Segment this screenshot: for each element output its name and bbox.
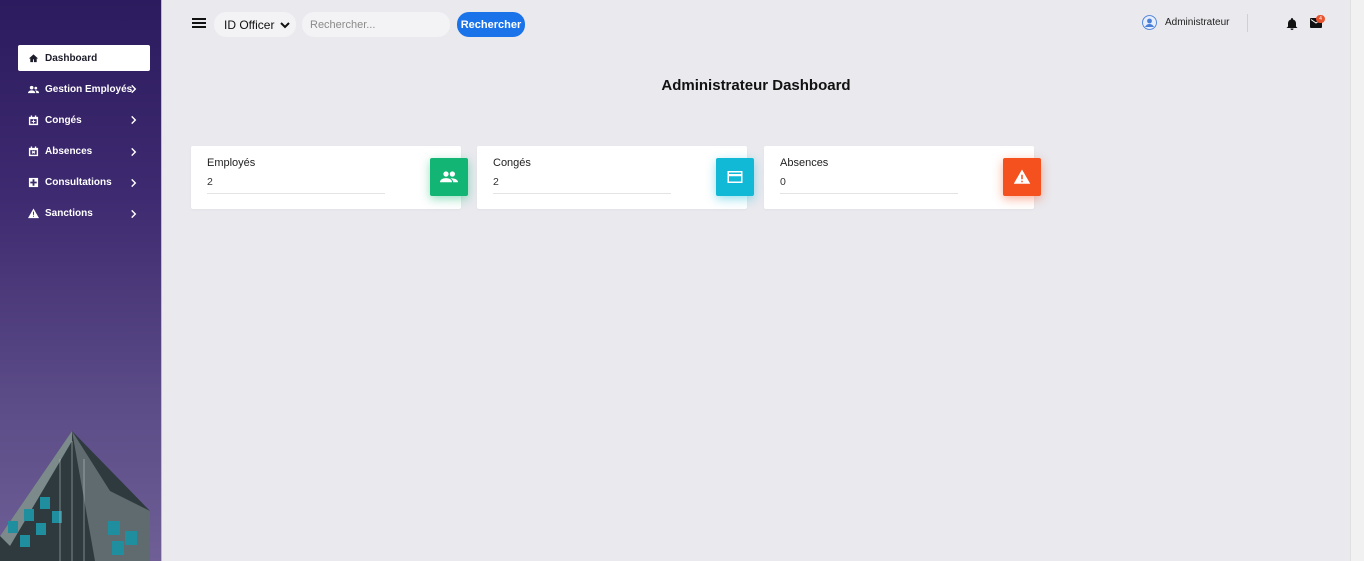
sidebar-item-label: Congés	[45, 114, 82, 126]
search-input[interactable]	[302, 12, 450, 37]
card-icon-tile	[716, 158, 754, 196]
sidebar-item-label: Gestion Employés	[45, 83, 133, 95]
hamburger-menu-icon[interactable]	[192, 18, 206, 30]
card-divider	[207, 193, 385, 194]
chevron-right-icon	[129, 209, 138, 219]
sidebar-item-dashboard[interactable]: Dashboard	[18, 45, 150, 71]
sidebar-nav: Dashboard Gestion Employés Congés Absenc…	[18, 45, 150, 232]
stat-card-absences[interactable]: Absences 0	[764, 146, 1041, 209]
card-label: Employés	[207, 157, 256, 169]
card-icon	[727, 171, 743, 183]
stat-card-conges[interactable]: Congés 2	[477, 146, 754, 209]
card-value: 2	[493, 176, 499, 188]
search-button[interactable]: Rechercher	[457, 12, 525, 37]
calendar-x-icon	[27, 146, 39, 158]
card-divider	[493, 193, 671, 194]
chevron-right-icon	[129, 178, 138, 188]
card-label: Congés	[493, 157, 531, 169]
building-illustration	[0, 431, 150, 561]
chevron-right-icon	[129, 84, 138, 94]
sidebar-item-absences[interactable]: Absences	[18, 139, 150, 165]
stat-card-employes[interactable]: Employés 2	[191, 146, 468, 209]
scrollbar[interactable]	[1350, 0, 1364, 561]
mail-count-badge: 4	[1316, 15, 1325, 23]
user-name: Administrateur	[1165, 17, 1230, 28]
sidebar: Dashboard Gestion Employés Congés Absenc…	[0, 0, 162, 561]
search-field-select[interactable]: ID Officer	[214, 12, 296, 37]
card-divider	[780, 193, 958, 194]
chevron-right-icon	[129, 147, 138, 157]
select-value: ID Officer	[224, 17, 275, 32]
avatar-icon	[1142, 15, 1157, 30]
sidebar-item-label: Sanctions	[45, 208, 93, 220]
bell-icon[interactable]	[1286, 17, 1298, 30]
sidebar-item-sanctions[interactable]: Sanctions	[18, 201, 150, 227]
warning-icon	[27, 208, 39, 220]
sidebar-item-gestion-employes[interactable]: Gestion Employés	[18, 76, 150, 102]
card-label: Absences	[780, 157, 829, 169]
header-divider	[1247, 14, 1248, 32]
medical-cross-icon	[27, 177, 39, 189]
sidebar-item-label: Consultations	[45, 177, 112, 189]
page-title: Administrateur Dashboard	[661, 77, 851, 94]
card-value: 2	[207, 176, 213, 188]
people-icon	[440, 171, 458, 183]
people-icon	[27, 83, 39, 95]
sidebar-item-consultations[interactable]: Consultations	[18, 170, 150, 196]
user-menu[interactable]: Administrateur	[1142, 15, 1229, 30]
card-icon-tile	[1003, 158, 1041, 196]
chevron-right-icon	[129, 115, 138, 125]
sidebar-item-conges[interactable]: Congés	[18, 107, 150, 133]
card-icon-tile	[430, 158, 468, 196]
calendar-plus-icon	[27, 114, 39, 126]
home-icon	[27, 52, 39, 64]
chevron-down-icon	[280, 19, 290, 29]
warning-icon	[1013, 169, 1031, 184]
sidebar-item-label: Absences	[45, 146, 93, 158]
sidebar-item-label: Dashboard	[45, 52, 98, 64]
card-value: 0	[780, 176, 786, 188]
